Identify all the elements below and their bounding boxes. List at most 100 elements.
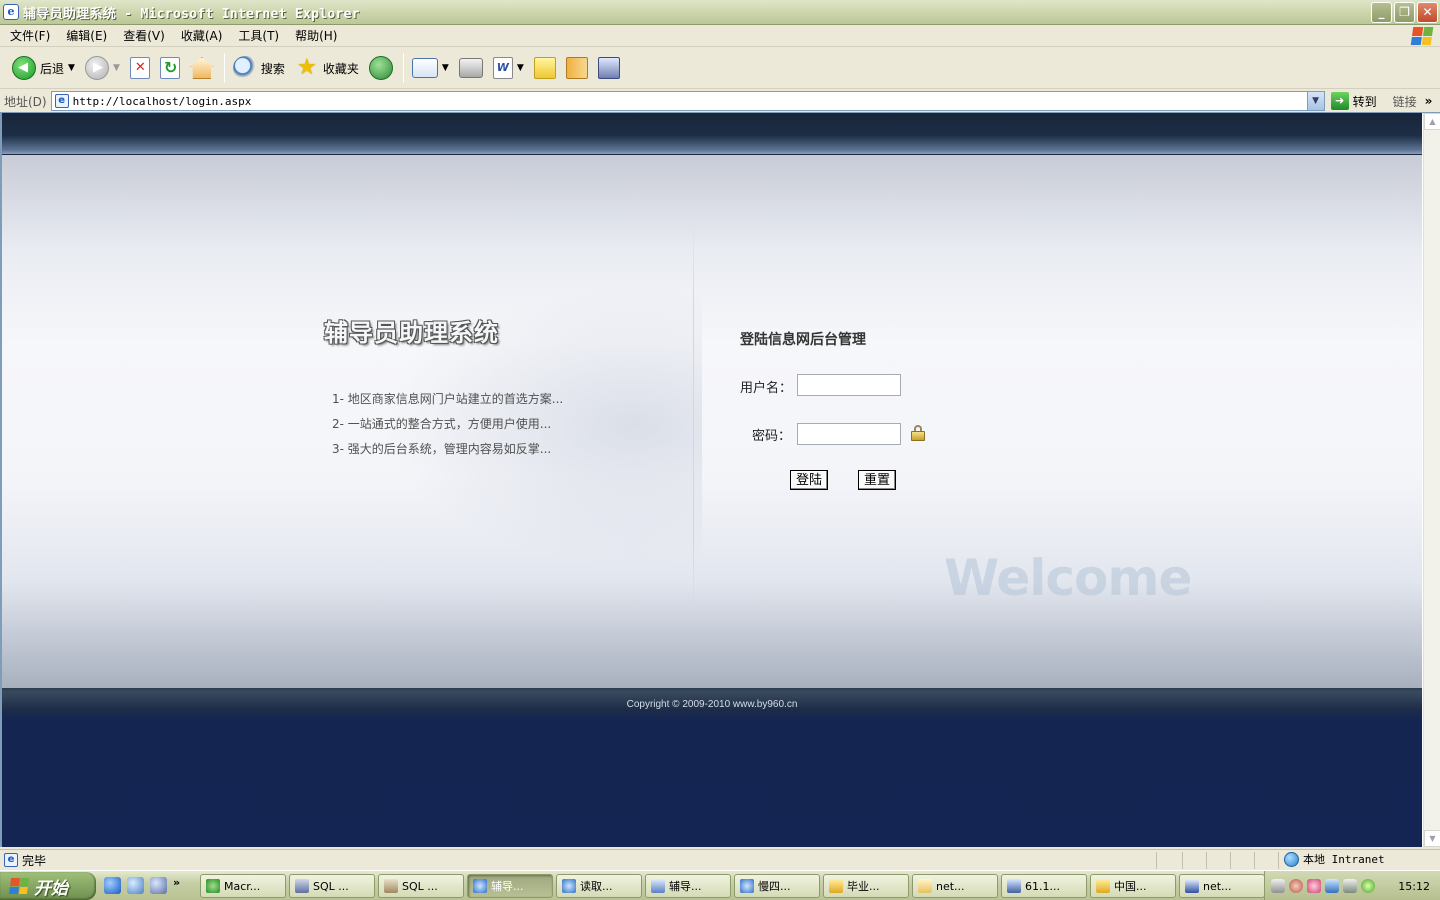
document-icon	[651, 879, 665, 893]
status-text: 完毕	[22, 853, 47, 868]
page-icon: e	[54, 94, 69, 108]
task-button[interactable]: SQL ...	[378, 874, 464, 898]
vertical-scrollbar[interactable]: ▲ ▼	[1423, 113, 1440, 847]
login-button[interactable]: 登陆	[790, 470, 828, 490]
refresh-icon	[159, 57, 180, 79]
task-label: 辅导...	[491, 880, 524, 893]
links-chevron-icon[interactable]: »	[1425, 94, 1433, 108]
page-done-icon: e	[4, 853, 18, 867]
address-dropdown-icon[interactable]: ▼	[1306, 92, 1324, 110]
refresh-button[interactable]	[156, 52, 184, 84]
menu-help[interactable]: 帮助(H)	[289, 27, 343, 44]
back-button[interactable]: 后退 ▼	[8, 52, 79, 84]
task-button[interactable]: SQL ...	[289, 874, 375, 898]
task-button[interactable]: 毕业...	[823, 874, 909, 898]
network-tray-icon[interactable]	[1325, 879, 1339, 893]
minimize-button[interactable]: _	[1371, 2, 1392, 23]
security-tray-icon[interactable]	[1361, 879, 1375, 893]
task-button[interactable]: net...	[1179, 874, 1265, 898]
history-button[interactable]	[365, 52, 397, 84]
menu-edit[interactable]: 编辑(E)	[60, 27, 113, 44]
system-tray: 15:12	[1264, 871, 1440, 900]
task-list: Macr... SQL ... SQL ... 辅导... 读取... 辅导..…	[200, 874, 1265, 898]
task-button[interactable]: 61.1...	[1001, 874, 1087, 898]
restore-button[interactable]: ❐	[1394, 2, 1415, 23]
status-pane	[1254, 852, 1255, 869]
username-input[interactable]	[797, 374, 901, 396]
taskbar: 开始 » Macr... SQL ... SQL ... 辅导... 读取...…	[0, 870, 1440, 900]
menu-favorites[interactable]: 收藏(A)	[175, 27, 229, 44]
scroll-down-icon[interactable]: ▼	[1424, 830, 1440, 847]
folder-icon	[829, 879, 843, 893]
note-icon	[533, 57, 556, 79]
explorer-quicklaunch-icon[interactable]	[127, 877, 144, 894]
start-label: 开始	[34, 878, 68, 899]
reset-button[interactable]: 重置	[858, 470, 896, 490]
back-label: 后退	[40, 61, 65, 76]
history-icon	[368, 56, 393, 80]
address-bar: 地址(D) e http://localhost/login.aspx ▼ ➜ …	[0, 90, 1440, 113]
site-header	[2, 113, 1422, 155]
task-button[interactable]: 读取...	[556, 874, 642, 898]
menu-tools[interactable]: 工具(T)	[232, 27, 285, 44]
research-button[interactable]	[562, 52, 592, 84]
folder-icon	[918, 879, 932, 893]
search-button[interactable]: 搜索	[229, 52, 289, 84]
ie-quicklaunch-icon[interactable]	[104, 877, 121, 894]
forward-dropdown-icon[interactable]: ▼	[113, 63, 120, 73]
task-button[interactable]: 中国...	[1090, 874, 1176, 898]
print-button[interactable]	[455, 52, 487, 84]
scroll-up-icon[interactable]: ▲	[1424, 113, 1440, 130]
messenger-quicklaunch-icon[interactable]	[150, 877, 167, 894]
login-title: 登陆信息网后台管理	[740, 332, 866, 348]
site-main: 辅导员助理系统 1- 地区商家信息网门户站建立的首选方案... 2- 一站通式的…	[2, 155, 1422, 688]
keyboard-icon[interactable]	[1271, 879, 1285, 893]
messenger-button[interactable]	[594, 52, 624, 84]
task-button-active[interactable]: 辅导...	[467, 874, 553, 898]
address-input[interactable]: e http://localhost/login.aspx ▼	[50, 91, 1325, 111]
menu-view[interactable]: 查看(V)	[117, 27, 171, 44]
feature-item: 1- 地区商家信息网门户站建立的首选方案...	[332, 392, 564, 406]
ie-icon	[740, 879, 754, 893]
note-button[interactable]	[530, 52, 560, 84]
tray-collapse-icon[interactable]	[1289, 879, 1303, 893]
edit-word-icon: W	[492, 57, 513, 79]
task-button[interactable]: Macr...	[200, 874, 286, 898]
status-pane	[1206, 852, 1207, 869]
menu-file[interactable]: 文件(F)	[4, 27, 56, 44]
title-bar: e 辅导员助理系统 - Microsoft Internet Explorer …	[0, 0, 1440, 25]
go-arrow-icon: ➜	[1330, 92, 1349, 110]
forward-button[interactable]: ▼	[81, 52, 124, 84]
task-label: net...	[936, 879, 965, 893]
windows-logo-icon	[1410, 27, 1434, 45]
quick-launch: »	[104, 877, 180, 894]
stop-button[interactable]	[126, 52, 154, 84]
go-button[interactable]: ➜ 转到	[1330, 92, 1377, 110]
task-button[interactable]: net...	[912, 874, 998, 898]
clock[interactable]: 15:12	[1398, 880, 1430, 893]
task-label: net...	[1203, 879, 1232, 893]
status-pane	[1182, 852, 1183, 869]
favorites-button[interactable]: ★ 收藏夹	[291, 52, 363, 84]
address-url[interactable]: http://localhost/login.aspx	[73, 95, 252, 108]
mail-dropdown-icon[interactable]: ▼	[442, 63, 449, 73]
start-button[interactable]: 开始	[0, 872, 96, 900]
edit-button[interactable]: W ▼	[489, 52, 528, 84]
home-button[interactable]	[186, 52, 218, 84]
messenger-tray-icon[interactable]	[1307, 879, 1321, 893]
password-input[interactable]	[797, 423, 901, 445]
links-button[interactable]: 链接	[1393, 93, 1417, 110]
edit-dropdown-icon[interactable]: ▼	[517, 63, 524, 73]
status-pane	[1230, 852, 1231, 869]
back-dropdown-icon[interactable]: ▼	[68, 63, 75, 73]
close-button[interactable]: ✕	[1417, 2, 1438, 23]
disk-tray-icon[interactable]	[1343, 879, 1357, 893]
task-button[interactable]: 慢四...	[734, 874, 820, 898]
status-pane	[1278, 852, 1279, 869]
quicklaunch-more-icon[interactable]: »	[173, 877, 180, 894]
task-button[interactable]: 辅导...	[645, 874, 731, 898]
menu-bar: 文件(F) 编辑(E) 查看(V) 收藏(A) 工具(T) 帮助(H)	[0, 25, 1440, 47]
security-zone[interactable]: 本地 Intranet	[1284, 851, 1385, 867]
task-label: 毕业...	[847, 880, 880, 893]
mail-button[interactable]: ▼	[408, 52, 453, 84]
